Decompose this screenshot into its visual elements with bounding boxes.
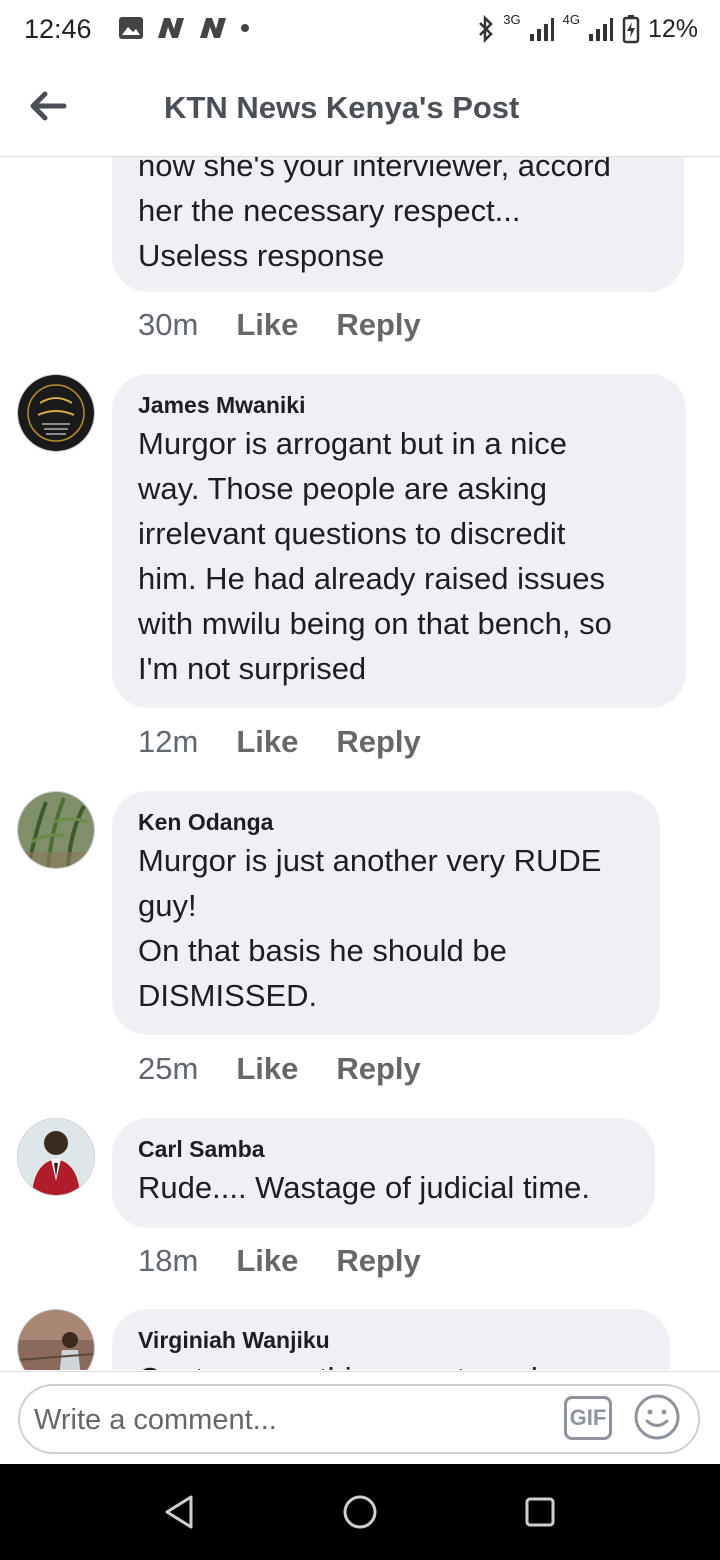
bluetooth-icon xyxy=(479,15,494,43)
comment-bubble[interactable]: now she's your interviewer, accord her t… xyxy=(112,157,684,292)
status-time: 12:46 xyxy=(24,14,92,44)
comment-bubble[interactable]: Ken Odanga Murgor is just another very R… xyxy=(112,791,660,1035)
comment-actions: 18m Like Reply xyxy=(138,1243,421,1279)
comment-author[interactable]: Ken Odanga xyxy=(138,809,634,836)
back-nav-icon[interactable] xyxy=(163,1494,195,1530)
notification-icons xyxy=(118,16,250,40)
comment-text: Rude.... Wastage of judicial time. xyxy=(138,1170,590,1205)
comments-list[interactable]: now she's your interviewer, accord her t… xyxy=(0,157,720,1370)
comment-time: 30m xyxy=(138,307,199,342)
status-bar: 12:46 3G 4G 12% xyxy=(0,0,720,64)
system-nav-bar xyxy=(0,1464,720,1560)
comment-text: Murgor is arrogant but in a nice way. Th… xyxy=(138,426,612,686)
dot-icon xyxy=(241,24,249,32)
comment-actions: 25m Like Reply xyxy=(138,1051,421,1087)
reply-button[interactable]: Reply xyxy=(336,1243,420,1279)
comment-time: 12m xyxy=(138,724,199,759)
reply-button[interactable]: Reply xyxy=(336,724,420,760)
signal-icon xyxy=(529,18,554,41)
comment-time: 25m xyxy=(138,1051,199,1086)
n-notification-icon xyxy=(158,18,184,38)
battery-percent: 12% xyxy=(647,14,698,43)
comment-bubble[interactable]: Carl Samba Rude.... Wastage of judicial … xyxy=(112,1118,655,1228)
like-button[interactable]: Like xyxy=(236,1243,298,1279)
network-3g-label: 3G xyxy=(503,11,521,27)
signal-icon xyxy=(588,18,613,41)
like-button[interactable]: Like xyxy=(236,307,298,343)
comment-text: now she's your interviewer, accord her t… xyxy=(138,157,611,273)
gif-button[interactable]: GIF xyxy=(564,1396,612,1440)
comment-actions: 12m Like Reply xyxy=(138,724,421,760)
comment-input-placeholder: Write a comment... xyxy=(34,1404,277,1436)
comment-actions: 30m Like Reply xyxy=(138,307,421,343)
page-title: KTN News Kenya's Post xyxy=(164,90,520,125)
avatar[interactable] xyxy=(17,1309,95,1370)
avatar[interactable] xyxy=(17,374,95,452)
home-nav-icon[interactable] xyxy=(342,1494,378,1530)
comment-text: Murgor is just another very RUDE guy! On… xyxy=(138,843,602,1013)
comment-bubble[interactable]: James Mwaniki Murgor is arrogant but in … xyxy=(112,374,686,708)
like-button[interactable]: Like xyxy=(236,724,298,760)
reply-button[interactable]: Reply xyxy=(336,307,420,343)
gallery-icon xyxy=(119,17,143,39)
back-arrow-icon[interactable] xyxy=(28,86,68,126)
comment-author[interactable]: Virginiah Wanjiku xyxy=(138,1327,644,1354)
emoji-icon[interactable] xyxy=(632,1392,682,1442)
like-button[interactable]: Like xyxy=(236,1051,298,1087)
avatar[interactable] xyxy=(17,791,95,869)
comment-author[interactable]: Carl Samba xyxy=(138,1136,629,1163)
avatar[interactable] xyxy=(17,1118,95,1196)
comment-input[interactable]: Write a comment... GIF xyxy=(18,1384,700,1454)
comment-composer: Write a comment... GIF xyxy=(0,1371,720,1465)
comment-time: 18m xyxy=(138,1243,199,1278)
post-header: KTN News Kenya's Post xyxy=(0,64,720,157)
reply-button[interactable]: Reply xyxy=(336,1051,420,1087)
comment-author[interactable]: James Mwaniki xyxy=(138,392,660,419)
n-notification-icon xyxy=(200,18,226,38)
battery-charging-icon xyxy=(622,15,640,44)
comment-bubble[interactable]: Virginiah Wanjiku Cant say anything apar… xyxy=(112,1309,670,1370)
network-4g-label: 4G xyxy=(562,11,580,27)
comment-text: Cant say anything apart ... wh xyxy=(138,1356,644,1370)
recents-nav-icon[interactable] xyxy=(524,1496,556,1528)
